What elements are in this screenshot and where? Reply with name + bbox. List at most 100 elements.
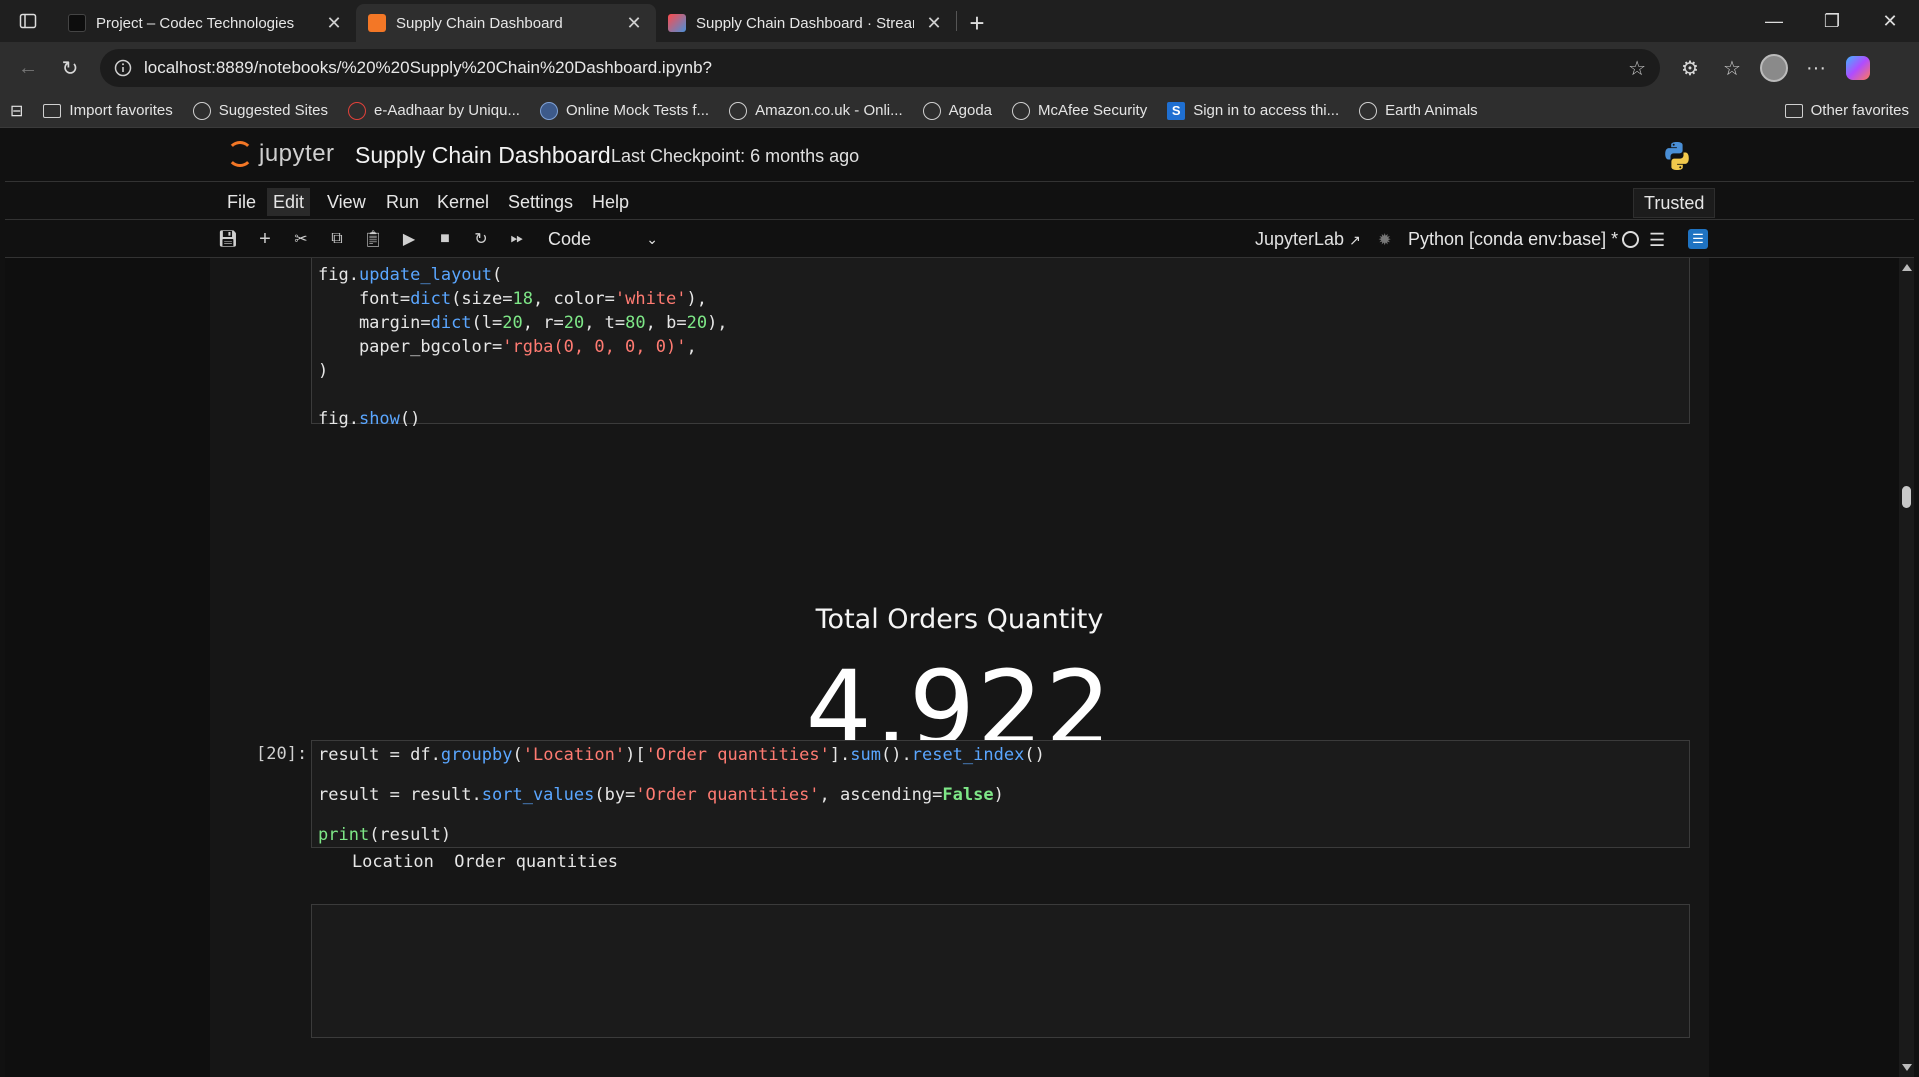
more-button[interactable]: ··· xyxy=(1798,50,1834,86)
cell-type-value: Code xyxy=(548,228,592,249)
external-link-icon: ↗ xyxy=(1349,232,1361,248)
indicator-title: Total Orders Quantity xyxy=(815,604,1104,635)
code-line: margin=dict(l=20, r=20, t=80, b=20), xyxy=(318,313,728,333)
menu-run[interactable]: Run xyxy=(380,188,425,216)
cut-cell-button[interactable]: ✂ xyxy=(290,228,312,250)
trusted-indicator[interactable]: Trusted xyxy=(1633,188,1716,218)
copy-cell-button[interactable]: ⧉ xyxy=(326,228,348,250)
favorites-bar: ⊟ Import favorites Suggested Sites e-Aad… xyxy=(0,94,1919,128)
code-line: font=dict(size=18, color='white'), xyxy=(318,289,708,309)
cell-type-select[interactable]: Code ⌄ xyxy=(548,226,658,252)
mock-test-icon xyxy=(539,101,558,120)
code-cell-editor[interactable] xyxy=(311,904,1690,1038)
favorite-label: Import favorites xyxy=(69,102,173,119)
favorite-mcafee[interactable]: McAfee Security xyxy=(1012,101,1148,120)
globe-icon xyxy=(922,101,941,120)
browser-toolbar: ← ↻ localhost:8889/notebooks/%20%20Suppl… xyxy=(0,42,1919,94)
jupyter-logo[interactable]: jupyter xyxy=(227,140,335,168)
minimize-button[interactable]: — xyxy=(1745,0,1803,42)
menu-view[interactable]: View xyxy=(321,188,372,216)
tab-title: Supply Chain Dashboard · Streamlit xyxy=(696,14,914,32)
globe-icon xyxy=(1012,101,1030,120)
profile-button[interactable] xyxy=(1756,50,1792,86)
avatar xyxy=(1760,54,1788,82)
favorite-star-icon[interactable]: ☆ xyxy=(1628,56,1646,81)
folder-icon xyxy=(43,103,62,118)
code-line: fig.show() xyxy=(318,409,421,429)
menu-file[interactable]: File xyxy=(221,188,262,216)
notebook-toolbar: 💾︎ + ✂ ⧉ 📋︎ ▶ ■ ↻ ⏩︎ Code ⌄ JupyterLab ↗… xyxy=(5,220,1914,258)
favorites-button[interactable]: ☆ xyxy=(1714,50,1750,86)
scrollbar-thumb[interactable] xyxy=(1902,486,1911,508)
streamlit-favicon-icon xyxy=(668,14,686,32)
other-favorites[interactable]: Other favorites xyxy=(1784,102,1909,119)
favorite-earth-animals[interactable]: Earth Animals xyxy=(1359,101,1478,120)
refresh-button[interactable]: ↻ xyxy=(52,50,88,86)
scroll-down-icon[interactable] xyxy=(1902,1064,1912,1071)
menu-settings[interactable]: Settings xyxy=(502,188,579,216)
jupyter-menu-bar: File Edit View Run Kernel Settings Help … xyxy=(5,182,1914,220)
info-icon xyxy=(114,59,132,77)
kernel-name[interactable]: Python [conda env:base] * xyxy=(1408,229,1618,250)
list-icon[interactable]: ☰ xyxy=(1649,230,1665,251)
browser-tab-project[interactable]: Project – Codec Technologies ✕ xyxy=(56,4,356,42)
tab-actions-button[interactable] xyxy=(0,0,56,42)
favorite-label: Amazon.co.uk - Onli... xyxy=(755,102,903,119)
menu-edit[interactable]: Edit xyxy=(267,188,311,216)
close-window-button[interactable]: ✕ xyxy=(1861,0,1919,42)
property-inspector-icon[interactable]: ☰ xyxy=(1688,229,1708,249)
code-line: paper_bgcolor='rgba(0, 0, 0, 0)', xyxy=(318,337,697,357)
favorite-amazon[interactable]: Amazon.co.uk - Onli... xyxy=(729,101,903,120)
browser-tab-streamlit[interactable]: Supply Chain Dashboard · Streamlit ✕ xyxy=(656,4,956,42)
favorite-suggested-sites[interactable]: Suggested Sites xyxy=(192,101,329,120)
favorite-label: Suggested Sites xyxy=(218,102,329,119)
browser-tab-supply-chain[interactable]: Supply Chain Dashboard ✕ xyxy=(356,4,656,42)
puzzle-icon: ⚙ xyxy=(1681,57,1699,80)
address-bar[interactable]: localhost:8889/notebooks/%20%20Supply%20… xyxy=(100,49,1660,87)
extensions-button[interactable]: ⚙ xyxy=(1672,50,1708,86)
scroll-up-icon[interactable] xyxy=(1902,264,1912,271)
close-tab-icon[interactable]: ✕ xyxy=(324,13,344,34)
favorite-agoda[interactable]: Agoda xyxy=(922,101,992,120)
open-jupyterlab-link[interactable]: JupyterLab ↗ xyxy=(1255,229,1361,250)
url-text[interactable]: localhost:8889/notebooks/%20%20Supply%20… xyxy=(144,58,1616,78)
tab-search-icon[interactable]: ⊟ xyxy=(10,101,23,121)
vertical-scrollbar[interactable] xyxy=(1899,258,1914,1077)
code-cell-editor[interactable]: fig.update_layout( font=dict(size=18, co… xyxy=(311,258,1690,429)
new-tab-button[interactable]: + xyxy=(957,4,997,42)
close-tab-icon[interactable]: ✕ xyxy=(624,13,644,34)
favorite-mock-tests[interactable]: Online Mock Tests f... xyxy=(539,101,709,120)
tab-title: Supply Chain Dashboard xyxy=(396,14,563,32)
run-cell-button[interactable]: ▶ xyxy=(398,228,420,250)
window-controls: — ❐ ✕ xyxy=(1745,0,1919,42)
copilot-button[interactable] xyxy=(1840,50,1876,86)
interrupt-kernel-button[interactable]: ■ xyxy=(434,228,456,250)
fingerprint-icon xyxy=(348,101,367,120)
menu-help[interactable]: Help xyxy=(586,188,635,216)
paste-cell-button[interactable]: 📋︎ xyxy=(362,228,384,250)
close-tab-icon[interactable]: ✕ xyxy=(924,13,944,34)
code-cell-20-editor[interactable]: result = df.groupby('Location')['Order q… xyxy=(311,740,1690,848)
favorite-sign-in[interactable]: S Sign in to access thi... xyxy=(1167,101,1339,120)
restore-button[interactable]: ❐ xyxy=(1803,0,1861,42)
notebook-panel: fig.update_layout( font=dict(size=18, co… xyxy=(5,258,1904,1077)
back-button[interactable]: ← xyxy=(10,50,46,86)
jupyter-logo-icon xyxy=(227,141,253,167)
menu-kernel[interactable]: Kernel xyxy=(431,188,495,216)
notebook-title[interactable]: Supply Chain Dashboard xyxy=(355,142,611,169)
chevron-down-icon: ⌄ xyxy=(646,230,658,247)
favorite-eaadhaar[interactable]: e-Aadhaar by Uniqu... xyxy=(348,101,520,120)
debugger-icon[interactable]: ✹ xyxy=(1378,230,1391,250)
favorite-label: McAfee Security xyxy=(1038,102,1148,119)
globe-icon xyxy=(729,101,748,120)
insert-cell-button[interactable]: + xyxy=(254,228,276,250)
favorite-import[interactable]: Import favorites xyxy=(43,102,173,119)
jupyter-favicon-icon xyxy=(368,14,386,32)
arrow-left-icon: ← xyxy=(18,56,38,79)
restart-kernel-button[interactable]: ↻ xyxy=(470,228,492,250)
tab-title: Project – Codec Technologies xyxy=(96,14,295,32)
favorite-label: Earth Animals xyxy=(1385,102,1478,119)
save-button[interactable]: 💾︎ xyxy=(217,228,239,250)
paste-icon: 📋︎ xyxy=(362,231,384,248)
restart-run-all-button[interactable]: ⏩︎ xyxy=(506,228,528,250)
